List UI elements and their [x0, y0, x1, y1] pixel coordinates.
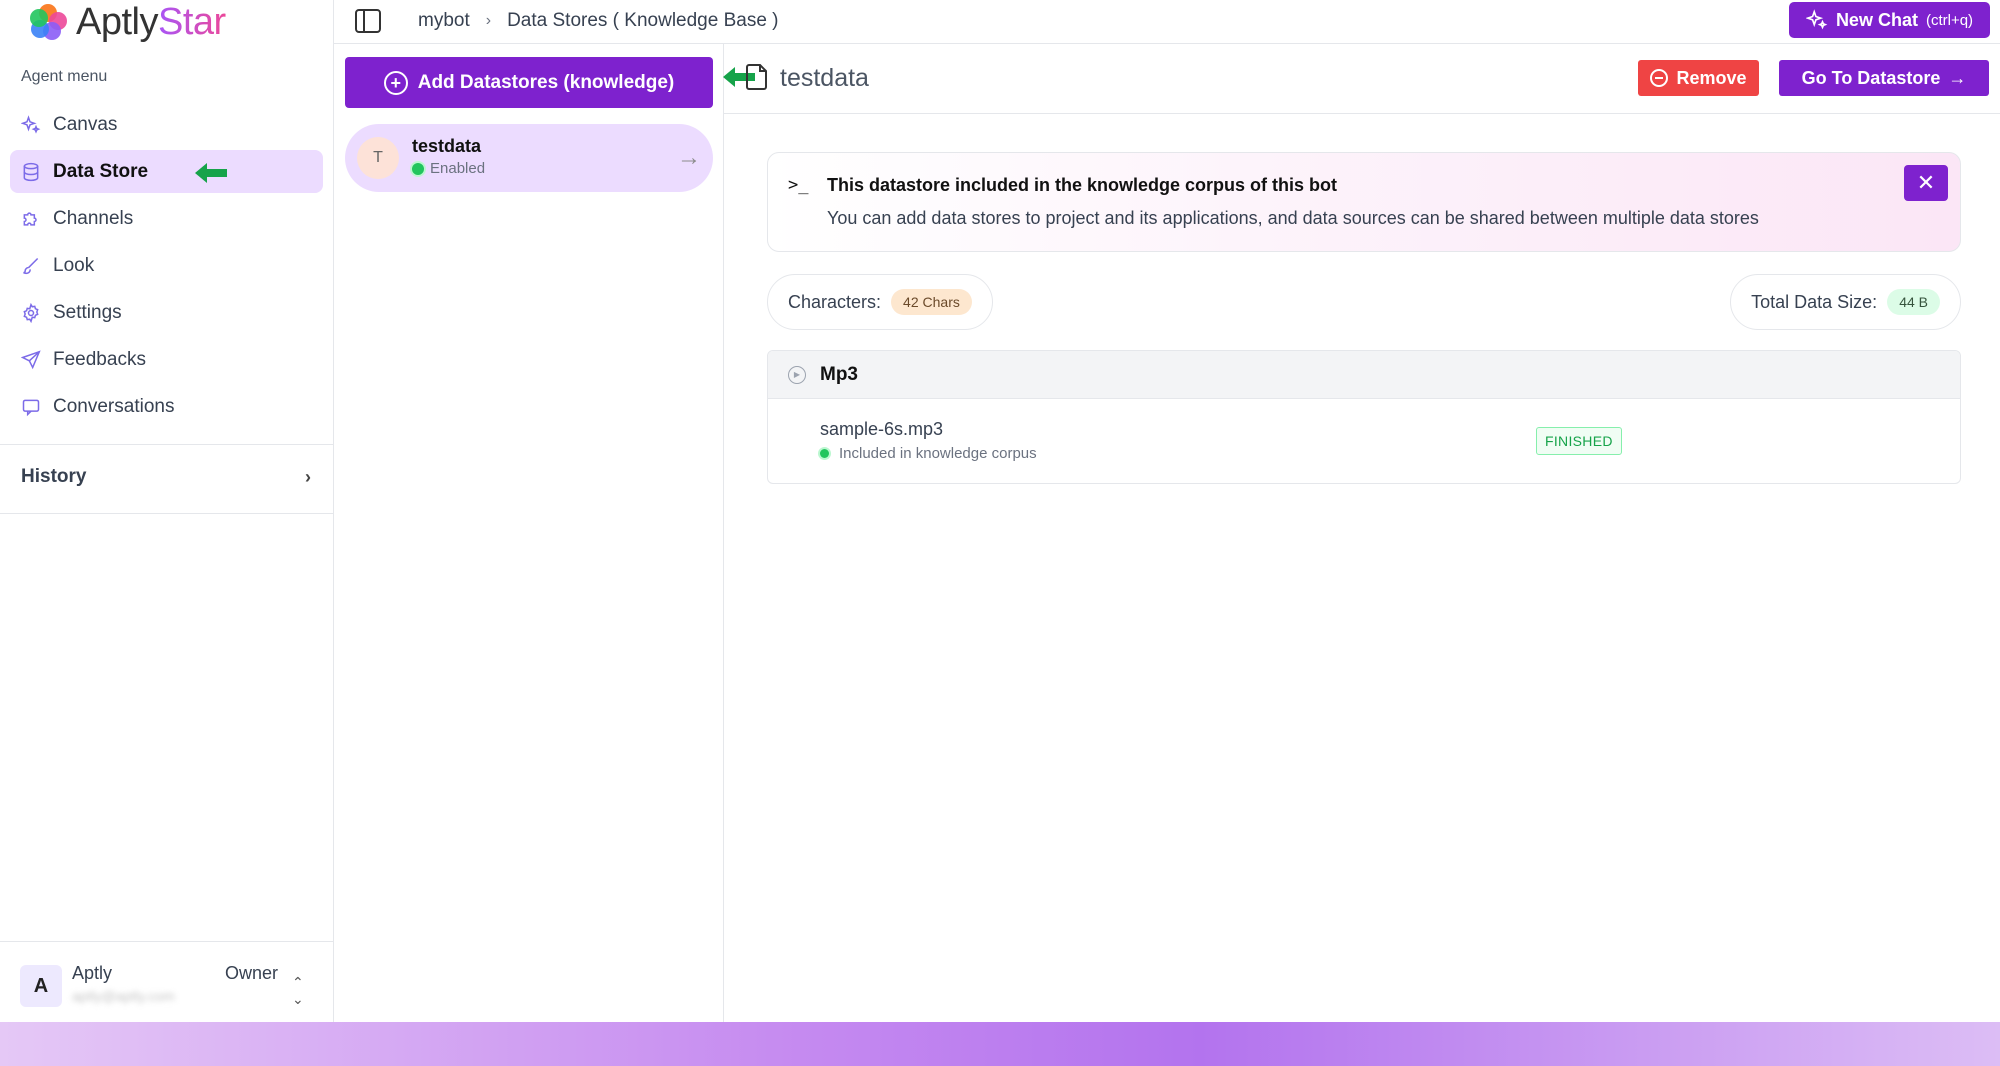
go-to-datastore-label: Go To Datastore: [1801, 67, 1941, 88]
file-group-mp3: ▶ Mp3 sample-6s.mp3 Included in knowledg…: [767, 350, 1961, 484]
close-icon: ✕: [1916, 170, 1936, 195]
datastore-avatar: T: [357, 137, 399, 179]
sidebar-item-label: Canvas: [53, 113, 118, 135]
chevron-right-icon: ›: [305, 466, 311, 487]
close-banner-button[interactable]: ✕: [1904, 165, 1948, 201]
plus-circle-icon: +: [383, 70, 408, 95]
banner-text: You can add data stores to project and i…: [827, 208, 1759, 228]
terminal-icon: >_: [788, 175, 809, 195]
user-email: aptly@aptly.com: [72, 988, 175, 1004]
sidebar-item-label: Data Store: [53, 160, 149, 182]
datastore-list-panel: + Add Datastores (knowledge) T testdata …: [334, 44, 724, 1022]
play-circle-icon: ▶: [788, 365, 806, 384]
divider: [0, 513, 334, 514]
sidebar-item-label: Conversations: [53, 395, 175, 417]
file-corpus-status-label: Included in knowledge corpus: [839, 445, 1037, 462]
add-datastores-label: Add Datastores (knowledge): [417, 71, 675, 93]
arrow-right-icon: →: [1948, 67, 1967, 88]
user-menu[interactable]: A Aptly aptly@aptly.com Owner ⌃ ⌄: [20, 960, 315, 1010]
breadcrumb: mybot › Data Stores ( Knowledge Base ): [418, 10, 779, 32]
file-group-header[interactable]: ▶ Mp3: [768, 351, 1960, 399]
sparkles-icon: [20, 114, 42, 136]
sidebar-item-label: Look: [53, 254, 95, 276]
datastore-name: testdata: [412, 136, 482, 156]
datastore-list-item[interactable]: T testdata Enabled →: [345, 124, 713, 192]
knowledge-corpus-banner: >_ This datastore included in the knowle…: [767, 152, 1961, 252]
chat-icon: [20, 396, 42, 418]
characters-badge: 42 Chars: [891, 289, 972, 315]
sidebar-item-settings[interactable]: Settings: [10, 291, 323, 334]
gear-icon: [20, 302, 42, 324]
logo-mark-icon: [28, 2, 68, 42]
sidebar-item-label: Feedbacks: [53, 348, 146, 370]
document-icon: [746, 64, 767, 90]
characters-label: Characters:: [788, 291, 882, 312]
sidebar-item-conversations[interactable]: Conversations: [10, 385, 323, 428]
total-size-stat: Total Data Size: 44 B: [1730, 274, 1961, 330]
datastore-status: Enabled: [412, 160, 485, 177]
datastore-detail: testdata Remove Go To Datastore → >_ Thi…: [723, 44, 2000, 1022]
sidebar-item-label: Settings: [53, 301, 122, 323]
breadcrumb-item-bot[interactable]: mybot: [418, 10, 470, 32]
send-icon: [20, 349, 42, 371]
sidebar-item-label: Channels: [53, 207, 134, 229]
chevron-right-icon: ›: [485, 12, 492, 29]
agent-menu: Canvas Data Store Channels Look Settings…: [10, 103, 323, 432]
file-group-name: Mp3: [820, 363, 858, 385]
user-role: Owner: [225, 963, 279, 983]
puzzle-icon: [20, 208, 42, 230]
history-label: History: [21, 466, 87, 487]
history-toggle[interactable]: History ›: [21, 466, 311, 488]
datastore-title: testdata: [780, 64, 869, 92]
topbar: mybot › Data Stores ( Knowledge Base ) N…: [334, 0, 2000, 44]
divider: [0, 941, 334, 942]
add-datastores-button[interactable]: + Add Datastores (knowledge): [345, 57, 713, 108]
total-size-label: Total Data Size:: [1751, 291, 1878, 312]
file-row[interactable]: sample-6s.mp3 Included in knowledge corp…: [768, 399, 1960, 483]
avatar: A: [20, 965, 62, 1007]
agent-menu-label: Agent menu: [21, 68, 108, 85]
logo-text: AptlyStar: [76, 0, 226, 43]
chevron-up-down-icon: ⌃ ⌄: [292, 974, 304, 1007]
database-icon: [20, 161, 42, 183]
brush-icon: [20, 255, 42, 277]
sidebar-item-channels[interactable]: Channels: [10, 197, 323, 240]
remove-button[interactable]: Remove: [1638, 60, 1759, 96]
datastore-status-label: Enabled: [430, 160, 486, 177]
status-dot-icon: [820, 449, 829, 458]
characters-stat: Characters: 42 Chars: [767, 274, 993, 330]
arrow-right-icon: →: [677, 144, 701, 171]
user-name: Aptly: [72, 963, 113, 983]
sidebar-item-data-store[interactable]: Data Store: [10, 150, 323, 193]
detail-header: testdata Remove Go To Datastore →: [724, 44, 2000, 114]
status-dot-icon: [412, 162, 424, 175]
sidebar-item-canvas[interactable]: Canvas: [10, 103, 323, 146]
green-arrow-annotation-icon: [195, 163, 227, 183]
aptlystar-logo[interactable]: AptlyStar: [28, 0, 226, 44]
banner-title: This datastore included in the knowledge…: [827, 175, 1338, 195]
total-size-badge: 44 B: [1887, 289, 1940, 315]
sidebar-item-look[interactable]: Look: [10, 244, 323, 287]
sparkles-icon: [1805, 9, 1828, 30]
minus-circle-icon: [1650, 69, 1669, 87]
remove-label: Remove: [1676, 67, 1747, 88]
new-chat-button[interactable]: New Chat (ctrl+q): [1789, 2, 1990, 38]
go-to-datastore-button[interactable]: Go To Datastore →: [1779, 60, 1989, 96]
bottom-gradient-bar: [0, 1022, 2000, 1066]
divider: [0, 444, 334, 445]
sidebar-item-feedbacks[interactable]: Feedbacks: [10, 338, 323, 381]
file-corpus-status: Included in knowledge corpus: [820, 445, 1037, 462]
new-chat-shortcut: (ctrl+q): [1925, 11, 1974, 29]
status-badge: FINISHED: [1536, 427, 1622, 455]
sidebar: AptlyStar Agent menu Canvas Data Store C…: [0, 0, 334, 1022]
new-chat-label: New Chat: [1835, 9, 1918, 30]
file-name: sample-6s.mp3: [820, 419, 944, 439]
breadcrumb-item-data-stores[interactable]: Data Stores ( Knowledge Base ): [507, 10, 778, 32]
sidebar-toggle-icon[interactable]: [354, 7, 382, 35]
